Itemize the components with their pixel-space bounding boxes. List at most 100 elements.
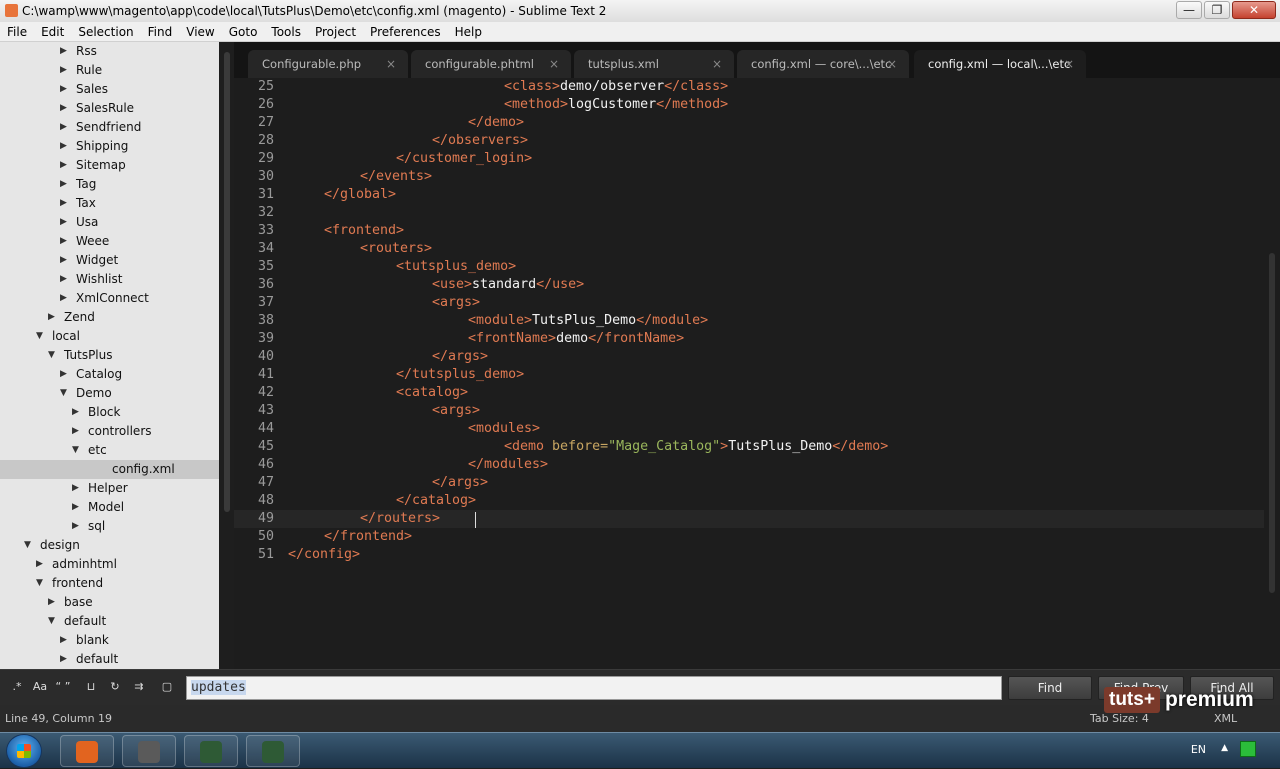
code-line[interactable]: <args>	[432, 295, 480, 310]
tree-folder-item[interactable]: ▼ etc	[0, 441, 219, 460]
triangle-down-icon[interactable]: ▼	[72, 441, 82, 460]
tree-folder-item[interactable]: ▼ Demo	[0, 384, 219, 403]
editor-scroll-thumb[interactable]	[1269, 253, 1275, 593]
triangle-right-icon[interactable]: ▶	[72, 498, 82, 517]
menu-edit[interactable]: Edit	[34, 22, 71, 41]
code-line[interactable]: <routers>	[360, 241, 432, 256]
code-line[interactable]: <demo before="Mage_Catalog">TutsPlus_Dem…	[504, 439, 888, 454]
code-editor[interactable]: 25 26 27 28 29 30 31 32 33 34 35 36 37 38 39 40 41 42 43 44…	[234, 78, 1264, 669]
whole-word-toggle[interactable]: “ ”	[52, 678, 74, 696]
triangle-down-icon[interactable]: ▼	[60, 384, 70, 403]
tree-folder-item[interactable]: ▶ Weee	[0, 232, 219, 251]
triangle-down-icon[interactable]: ▼	[36, 327, 46, 346]
code-line[interactable]: <modules>	[468, 421, 540, 436]
tree-folder-item[interactable]: ▶ Wishlist	[0, 270, 219, 289]
tree-folder-item[interactable]: ▶ Block	[0, 403, 219, 422]
tree-folder-item[interactable]: ▶ SalesRule	[0, 99, 219, 118]
code-line[interactable]: <frontend>	[324, 223, 404, 238]
tree-folder-item[interactable]: ▶ Sales	[0, 80, 219, 99]
sidebar-scroll-thumb[interactable]	[224, 52, 230, 512]
triangle-right-icon[interactable]: ▶	[60, 42, 70, 61]
tree-folder-item[interactable]: ▶ adminhtml	[0, 555, 219, 574]
triangle-right-icon[interactable]: ▶	[60, 251, 70, 270]
tree-folder-item[interactable]: ▶ Sendfriend	[0, 118, 219, 137]
highlight-matches-toggle[interactable]: ▢	[156, 678, 178, 696]
code-line[interactable]: </config>	[288, 547, 360, 562]
triangle-right-icon[interactable]: ▶	[60, 650, 70, 669]
triangle-right-icon[interactable]: ▶	[60, 99, 70, 118]
triangle-right-icon[interactable]: ▶	[60, 61, 70, 80]
tree-folder-item[interactable]: ▶ default	[0, 650, 219, 669]
menu-find[interactable]: Find	[141, 22, 180, 41]
menu-tools[interactable]: Tools	[264, 22, 308, 41]
menu-selection[interactable]: Selection	[71, 22, 140, 41]
start-button[interactable]	[6, 734, 42, 768]
menu-view[interactable]: View	[179, 22, 221, 41]
case-sensitive-toggle[interactable]: Aa	[29, 678, 51, 696]
find-input[interactable]: updates	[186, 676, 1002, 700]
triangle-down-icon[interactable]: ▼	[48, 612, 58, 631]
reverse-toggle[interactable]: ⊔	[80, 678, 102, 696]
code-line[interactable]: </observers>	[432, 133, 528, 148]
tree-folder-item[interactable]: ▶ blank	[0, 631, 219, 650]
tab-close-icon[interactable]: ×	[712, 50, 722, 78]
taskbar-terminal[interactable]	[184, 735, 238, 767]
tree-folder-item[interactable]: ▼ TutsPlus	[0, 346, 219, 365]
tree-folder-item[interactable]: ▼ frontend	[0, 574, 219, 593]
tree-folder-item[interactable]: ▶ Tag	[0, 175, 219, 194]
tab-close-icon[interactable]: ×	[549, 50, 559, 78]
triangle-right-icon[interactable]: ▶	[60, 175, 70, 194]
editor-tab[interactable]: configurable.phtml ×	[411, 50, 571, 78]
regex-toggle[interactable]: .*	[6, 678, 28, 696]
code-line[interactable]: </catalog>	[396, 493, 476, 508]
editor-tab[interactable]: config.xml — core\...\etc ×	[737, 50, 909, 78]
triangle-down-icon[interactable]: ▼	[24, 536, 34, 555]
editor-tab[interactable]: tutsplus.xml ×	[574, 50, 734, 78]
tab-close-icon[interactable]: ×	[1064, 50, 1074, 78]
triangle-right-icon[interactable]: ▶	[72, 517, 82, 536]
show-hidden-icons-icon[interactable]: ▲	[1221, 743, 1228, 753]
triangle-right-icon[interactable]: ▶	[60, 213, 70, 232]
code-line[interactable]: <use>standard</use>	[432, 277, 584, 292]
triangle-right-icon[interactable]: ▶	[48, 593, 58, 612]
tab-close-icon[interactable]: ×	[887, 50, 897, 78]
triangle-right-icon[interactable]: ▶	[60, 270, 70, 289]
code-line[interactable]: </modules>	[468, 457, 548, 472]
triangle-down-icon[interactable]: ▼	[36, 574, 46, 593]
find-button[interactable]: Find	[1008, 676, 1092, 700]
tree-folder-item[interactable]: ▼ local	[0, 327, 219, 346]
maximize-button[interactable]: ❐	[1204, 1, 1230, 19]
taskbar-firefox[interactable]	[60, 735, 114, 767]
tree-folder-item[interactable]: ▶ Rule	[0, 61, 219, 80]
code-line[interactable]: </routers>	[360, 511, 440, 526]
tree-folder-item[interactable]: ▶ Sitemap	[0, 156, 219, 175]
minimize-button[interactable]: —	[1176, 1, 1202, 19]
code-line[interactable]: <class>demo/observer</class>	[504, 79, 728, 94]
triangle-right-icon[interactable]: ▶	[72, 422, 82, 441]
taskbar-terminal-2[interactable]	[246, 735, 300, 767]
triangle-right-icon[interactable]: ▶	[60, 118, 70, 137]
triangle-right-icon[interactable]: ▶	[60, 232, 70, 251]
editor-tab[interactable]: Configurable.php ×	[248, 50, 408, 78]
tree-folder-item[interactable]: ▼ default	[0, 612, 219, 631]
triangle-right-icon[interactable]: ▶	[60, 194, 70, 213]
code-line[interactable]: </args>	[432, 475, 488, 490]
code-line[interactable]: </events>	[360, 169, 432, 184]
wrap-toggle[interactable]: ↻	[104, 678, 126, 696]
tree-folder-item[interactable]: ▶ Shipping	[0, 137, 219, 156]
tree-folder-item[interactable]: ▶ Rss	[0, 42, 219, 61]
code-line[interactable]: <module>TutsPlus_Demo</module>	[468, 313, 708, 328]
taskbar-sublime-text[interactable]	[122, 735, 176, 767]
triangle-right-icon[interactable]: ▶	[60, 80, 70, 99]
triangle-right-icon[interactable]: ▶	[72, 403, 82, 422]
triangle-right-icon[interactable]: ▶	[72, 479, 82, 498]
in-selection-toggle[interactable]: ⇉	[128, 678, 150, 696]
tree-folder-item[interactable]: ▶ XmlConnect	[0, 289, 219, 308]
tree-folder-item[interactable]: ▶ controllers	[0, 422, 219, 441]
sidebar-scrollbar[interactable]	[220, 42, 234, 669]
code-line[interactable]: </demo>	[468, 115, 524, 130]
tree-folder-item[interactable]: ▶ Usa	[0, 213, 219, 232]
menu-file[interactable]: File	[0, 22, 34, 41]
menu-goto[interactable]: Goto	[222, 22, 265, 41]
tree-folder-item[interactable]: ▶ Widget	[0, 251, 219, 270]
